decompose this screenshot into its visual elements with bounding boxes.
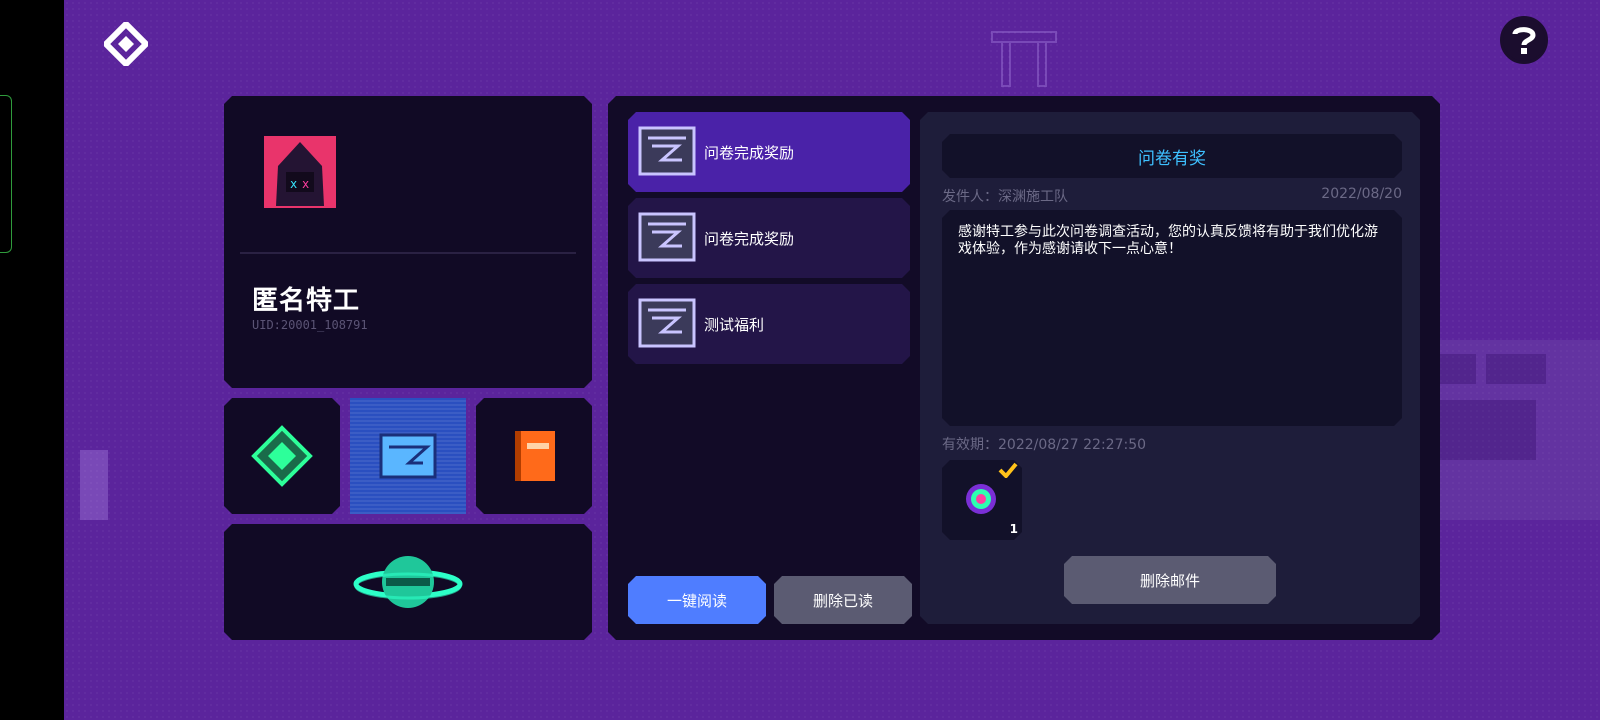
mail-expiry: 有效期：2022/08/27 22:27:50: [942, 437, 1147, 453]
mail-title: 测试福利: [704, 316, 765, 334]
left-screen-edge: [0, 0, 64, 720]
tile-orange-book[interactable]: [476, 398, 592, 514]
mail-detail: 问卷有奖 发件人：深渊施工队 2022/08/20 感谢特工参与此次问卷调查活动…: [920, 112, 1420, 624]
claimed-check-icon: [998, 462, 1018, 478]
game-logo-icon[interactable]: [101, 19, 151, 69]
profile-card: x x 匿名特工 UID:20001_108791: [224, 96, 592, 388]
game-screen: x x 匿名特工 UID:20001_108791 问卷完成奖励 问卷完成奖励 …: [64, 0, 1600, 720]
mail-list-item[interactable]: 问卷完成奖励: [628, 112, 910, 192]
help-button[interactable]: [1500, 16, 1548, 64]
edge-tab: [0, 95, 12, 253]
tile-mail[interactable]: [350, 398, 466, 514]
read-all-button[interactable]: 一键阅读: [628, 576, 766, 624]
mail-title: 问卷完成奖励: [704, 144, 795, 162]
planet-portal-card[interactable]: [224, 524, 592, 640]
player-avatar[interactable]: x x: [264, 136, 336, 208]
delete-read-button[interactable]: 删除已读: [774, 576, 912, 624]
player-uid: UID:20001_108791: [252, 318, 368, 332]
mail-sender: 发件人：深渊施工队: [942, 189, 1068, 205]
mail-panel: 问卷完成奖励 问卷完成奖励 测试福利 一键阅读 删除已读 问卷有奖 发件人：深渊…: [608, 96, 1440, 640]
mail-body: 感谢特工参与此次问卷调查活动，您的认真反馈将有助于我们优化游戏体验，作为感谢请收…: [942, 210, 1402, 426]
mail-screen-icon: [379, 433, 437, 479]
question-mark-icon: [1512, 27, 1536, 54]
svg-text:x: x: [302, 177, 309, 191]
profile-divider: [240, 252, 576, 254]
orange-book-icon: [511, 429, 557, 483]
hooded-agent-icon: x x: [264, 136, 336, 208]
svg-text:x: x: [290, 177, 297, 191]
reward-gem-icon: [964, 482, 998, 516]
mail-title: 问卷完成奖励: [704, 230, 795, 248]
background-figure-decoration: [80, 450, 108, 520]
mail-list-item[interactable]: 问卷完成奖励: [628, 198, 910, 278]
mail-list-item[interactable]: 测试福利: [628, 284, 910, 364]
tile-green-emblem[interactable]: [224, 398, 340, 514]
reward-quantity: 1: [1009, 522, 1018, 536]
envelope-icon: [638, 296, 696, 350]
mail-detail-title: 问卷有奖: [942, 134, 1402, 178]
envelope-icon: [638, 210, 696, 264]
delete-mail-button[interactable]: 删除邮件: [1064, 556, 1276, 604]
player-name: 匿名特工: [252, 286, 361, 316]
background-arch-decoration: [991, 31, 1057, 87]
envelope-icon: [638, 124, 696, 178]
background-building-decoration: [1414, 340, 1600, 520]
mail-date: 2022/08/20: [1321, 186, 1402, 202]
planet-icon: [353, 542, 463, 622]
green-diamond-emblem-icon: [250, 424, 314, 488]
sender-row: 发件人：深渊施工队 2022/08/20: [942, 186, 1402, 206]
reward-item[interactable]: 1: [942, 460, 1022, 540]
